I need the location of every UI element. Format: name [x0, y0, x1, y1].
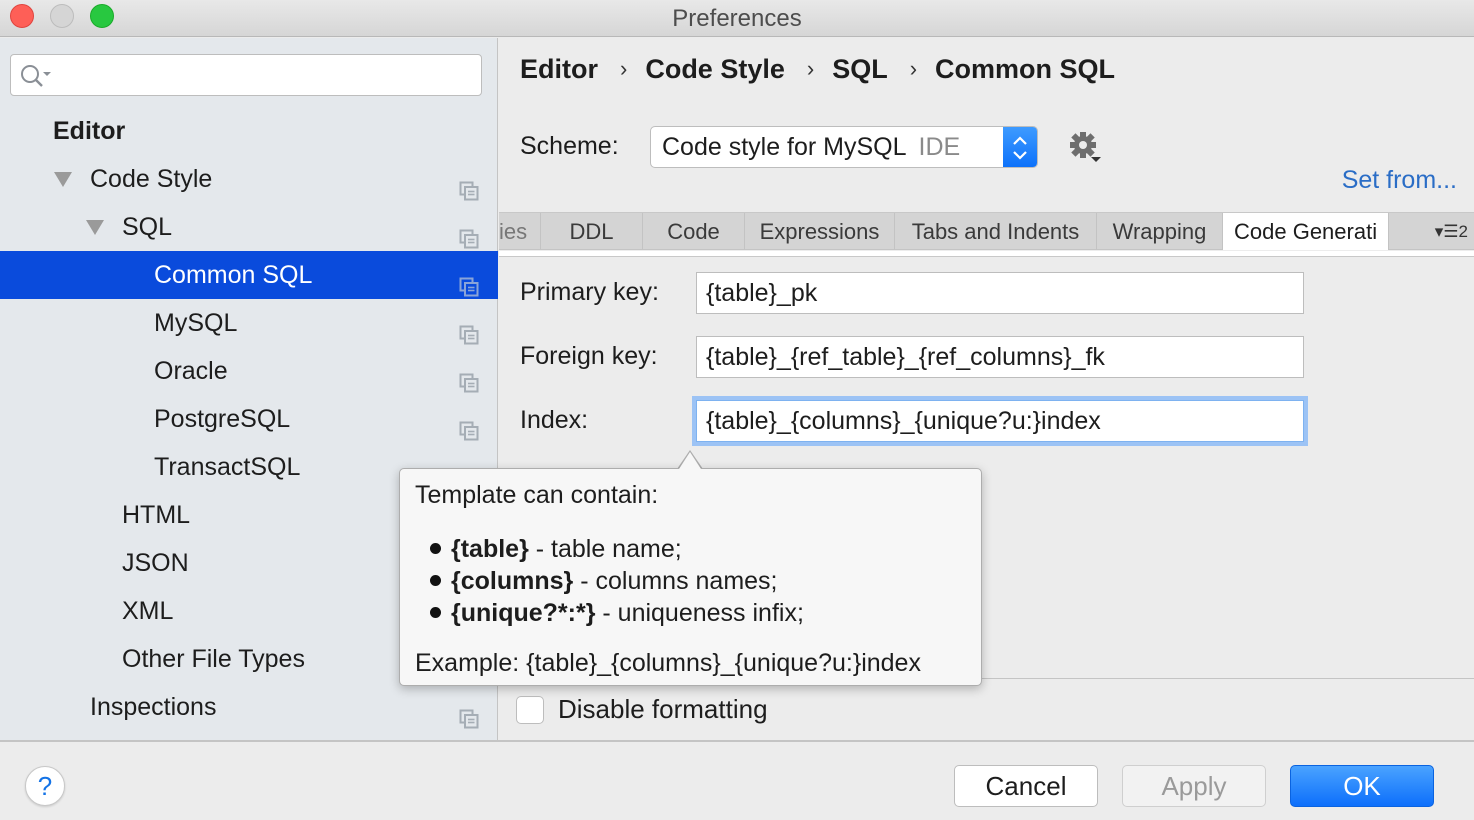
ok-button[interactable]: OK [1290, 765, 1434, 807]
sidebar-item-oracle[interactable]: Oracle [0, 347, 498, 395]
project-settings-copy-icon [459, 217, 479, 249]
tab-ddl[interactable]: DDL [541, 213, 643, 250]
sidebar-item-label: Inspections [90, 693, 217, 721]
sidebar-item-code-style[interactable]: Code Style [0, 155, 498, 203]
disable-formatting-label[interactable]: Disable formatting [558, 694, 768, 725]
sidebar-item-label: MySQL [154, 309, 238, 337]
placeholder-key: {columns} [451, 567, 574, 595]
tab-code-generation[interactable]: Code Generati [1223, 213, 1389, 250]
disable-formatting-checkbox[interactable] [516, 696, 544, 724]
project-settings-copy-icon [459, 313, 479, 345]
tooltip-example: Example: {table}_{columns}_{unique?u:}in… [415, 649, 921, 677]
tooltip-list-item: {columns} - columns names; [430, 565, 804, 597]
project-settings-copy-icon [459, 361, 479, 393]
tooltip-list-item: {table} - table name; [430, 533, 804, 565]
sidebar-item-label: Code Style [90, 165, 213, 193]
breadcrumb-item: Common SQL [935, 54, 1116, 84]
sidebar-item-common-sql[interactable]: Common SQL [0, 251, 498, 299]
tab-truncated[interactable]: ies [499, 213, 541, 250]
sidebar-item-mysql[interactable]: MySQL [0, 299, 498, 347]
placeholder-desc: - table name; [528, 535, 682, 563]
settings-search-input[interactable] [10, 54, 482, 96]
sidebar-item-label: SQL [122, 213, 173, 241]
set-from-link[interactable]: Set from... [1342, 166, 1457, 195]
tooltip-list-item: {unique?*:*} - uniqueness infix; [430, 597, 804, 629]
select-stepper-icon[interactable] [1003, 127, 1037, 167]
placeholder-desc: - uniqueness infix; [595, 599, 804, 627]
primary-key-field[interactable] [696, 272, 1304, 314]
expand-arrow-icon[interactable] [86, 220, 104, 235]
tab-overflow-button[interactable]: ▾☰2 [1435, 213, 1468, 250]
foreign-key-field[interactable] [696, 336, 1304, 378]
sidebar-item-label: XML [122, 597, 174, 625]
sidebar-item-label: Common SQL [154, 261, 313, 289]
index-label: Index: [520, 406, 589, 434]
breadcrumb: Editor › Code Style › SQL › Common SQL [520, 54, 1115, 85]
tab-wrapping[interactable]: Wrapping [1097, 213, 1223, 250]
bullet-icon [430, 607, 441, 618]
list-dropdown-icon: ▾☰ [1434, 222, 1459, 241]
bullet-icon [430, 543, 441, 554]
scheme-tag: IDE [918, 133, 961, 161]
scheme-select[interactable]: Code style for MySQL IDE [650, 126, 1038, 168]
sidebar-item-inspections[interactable]: Inspections [0, 683, 498, 731]
project-settings-copy-icon [459, 169, 479, 201]
breadcrumb-item: Editor [520, 54, 598, 84]
foreign-key-label: Foreign key: [520, 342, 658, 370]
scheme-selected-value: Code style for MySQL [662, 133, 907, 161]
project-settings-copy-icon [459, 409, 479, 441]
scheme-label: Scheme: [520, 132, 619, 160]
tooltip-title: Template can contain: [415, 481, 659, 509]
sidebar-item-sql[interactable]: SQL [0, 203, 498, 251]
window-title: Preferences [672, 5, 802, 32]
index-input[interactable] [697, 401, 1303, 441]
sidebar-item-label: PostgreSQL [154, 405, 291, 433]
cancel-button[interactable]: Cancel [954, 765, 1098, 807]
tab-overflow-count: 2 [1458, 222, 1468, 241]
tab-expressions[interactable]: Expressions [745, 213, 895, 250]
breadcrumb-separator-icon: › [806, 56, 815, 81]
primary-key-input[interactable] [697, 273, 1303, 313]
breadcrumb-item: SQL [832, 54, 888, 84]
search-options-caret-icon [43, 72, 51, 76]
apply-button[interactable]: Apply [1122, 765, 1266, 807]
sidebar-item-label: HTML [122, 501, 191, 529]
breadcrumb-separator-icon: › [909, 56, 918, 81]
sidebar-item-postgresql[interactable]: PostgreSQL [0, 395, 498, 443]
placeholder-key: {table} [451, 535, 529, 563]
tab-code[interactable]: Code [643, 213, 745, 250]
primary-key-label: Primary key: [520, 278, 659, 306]
breadcrumb-separator-icon: › [620, 56, 628, 81]
project-settings-copy-icon [459, 265, 479, 297]
bullet-icon [430, 575, 441, 586]
template-help-tooltip: Template can contain: {table} - table na… [399, 468, 982, 686]
placeholder-key: {unique?*:*} [451, 599, 596, 627]
tooltip-pointer-fill [679, 452, 701, 469]
sidebar-item-label: Editor [53, 117, 126, 145]
tab-tabs-and-indents[interactable]: Tabs and Indents [895, 213, 1097, 250]
tooltip-placeholder-list: {table} - table name; {columns} - column… [430, 533, 804, 629]
search-icon [21, 65, 51, 87]
sidebar-item-label: Other File Types [122, 645, 305, 673]
sidebar-item-label: Oracle [154, 357, 228, 385]
index-field[interactable] [696, 400, 1304, 442]
scheme-actions-gear-icon[interactable] [1069, 130, 1105, 171]
sidebar-item-editor[interactable]: Editor [0, 107, 498, 155]
breadcrumb-item: Code Style [645, 54, 785, 84]
expand-arrow-icon[interactable] [54, 172, 72, 187]
tab-content-border [499, 251, 1474, 257]
foreign-key-input[interactable] [697, 337, 1303, 377]
sidebar-item-label: JSON [122, 549, 189, 577]
help-button[interactable]: ? [25, 766, 65, 806]
project-settings-copy-icon [459, 697, 479, 729]
tab-bar: ies DDL Code Expressions Tabs and Indent… [499, 212, 1474, 250]
placeholder-desc: - columns names; [573, 567, 778, 595]
dialog-footer: ? Cancel Apply OK [0, 740, 1474, 820]
title-bar: Preferences [0, 0, 1474, 37]
sidebar-item-label: TransactSQL [154, 453, 301, 481]
